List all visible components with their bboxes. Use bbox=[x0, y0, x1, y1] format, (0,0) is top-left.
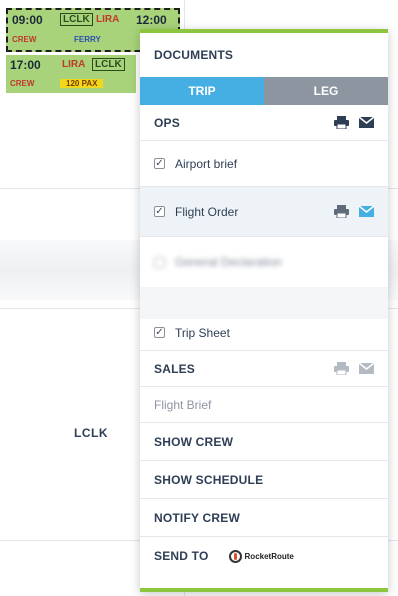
tab-trip[interactable]: TRIP bbox=[140, 77, 264, 105]
doc-item-label: Flight Order bbox=[175, 204, 239, 219]
doc-item-flight-order[interactable]: ✓ Flight Order bbox=[140, 187, 388, 237]
doc-item-trip-sheet[interactable]: ✓ Trip Sheet bbox=[140, 315, 388, 351]
doc-item-label: Trip Sheet bbox=[175, 325, 230, 340]
mail-icon[interactable] bbox=[358, 205, 375, 217]
notify-crew-button[interactable]: NOTIFY CREW bbox=[140, 499, 388, 537]
crew-label: CREW bbox=[12, 35, 37, 44]
mail-icon[interactable] bbox=[358, 116, 375, 128]
flight-type-label: FERRY bbox=[74, 35, 101, 44]
printer-icon[interactable] bbox=[334, 116, 349, 130]
printer-icon[interactable] bbox=[334, 205, 349, 219]
crew-label: CREW bbox=[10, 79, 35, 88]
flight-destination: LCLK bbox=[92, 58, 125, 71]
flight-origin: LIRA bbox=[62, 59, 86, 70]
show-crew-label: SHOW CREW bbox=[154, 434, 234, 449]
sales-header: SALES bbox=[154, 361, 196, 376]
rocketroute-button[interactable]: RocketRoute bbox=[228, 549, 294, 563]
flight-origin: LCLK bbox=[60, 13, 93, 26]
doc-item-label: Airport brief bbox=[175, 156, 238, 171]
checkbox-icon[interactable]: ✓ bbox=[154, 206, 165, 217]
ops-header-row: OPS bbox=[140, 105, 388, 141]
doc-item-airport-brief[interactable]: ✓ Airport brief bbox=[140, 141, 388, 187]
documents-header-row: DOCUMENTS bbox=[140, 33, 388, 77]
flight-order-actions bbox=[334, 205, 375, 219]
printer-icon[interactable] bbox=[334, 362, 349, 376]
notify-crew-label: NOTIFY CREW bbox=[154, 510, 240, 525]
send-to-row: SEND TO RocketRoute bbox=[140, 537, 388, 575]
flight-card[interactable]: 17:00 LIRA LCLK CREW 120 PAX bbox=[6, 55, 136, 93]
flight-brief-label: Flight Brief bbox=[154, 397, 212, 412]
checkbox-icon[interactable]: ✓ bbox=[154, 327, 165, 338]
next-flight-time: 12:00 bbox=[136, 13, 167, 27]
flight-destination: LIRA bbox=[96, 14, 120, 25]
flight-departure-time: 09:00 bbox=[12, 13, 43, 27]
airport-cell-label: LCLK bbox=[74, 426, 108, 440]
sales-header-row: SALES bbox=[140, 351, 388, 387]
documents-menu: DOCUMENTS TRIP LEG OPS ✓ Airport brief ✓… bbox=[140, 29, 388, 592]
checkbox-icon[interactable] bbox=[154, 256, 165, 268]
checkbox-icon[interactable]: ✓ bbox=[154, 158, 165, 169]
flight-departure-time: 17:00 bbox=[10, 58, 41, 72]
sales-actions bbox=[334, 362, 375, 376]
rocketroute-label: RocketRoute bbox=[244, 551, 294, 561]
ops-header: OPS bbox=[154, 115, 180, 130]
tab-leg[interactable]: LEG bbox=[264, 77, 388, 105]
show-schedule-button[interactable]: SHOW SCHEDULE bbox=[140, 461, 388, 499]
tab-bar: TRIP LEG bbox=[140, 77, 388, 105]
show-schedule-label: SHOW SCHEDULE bbox=[154, 472, 264, 487]
documents-header: DOCUMENTS bbox=[154, 48, 234, 62]
doc-item-flight-brief[interactable]: Flight Brief bbox=[140, 387, 388, 423]
rocketroute-logo-icon bbox=[228, 549, 242, 563]
pax-badge: 120 PAX bbox=[60, 79, 104, 88]
ops-actions bbox=[334, 116, 375, 130]
doc-item-general-declaration[interactable]: General Declaration bbox=[140, 237, 388, 287]
doc-item-label: General Declaration bbox=[175, 255, 282, 269]
show-crew-button[interactable]: SHOW CREW bbox=[140, 423, 388, 461]
mail-icon[interactable] bbox=[358, 362, 375, 374]
send-to-label: SEND TO bbox=[154, 549, 209, 563]
